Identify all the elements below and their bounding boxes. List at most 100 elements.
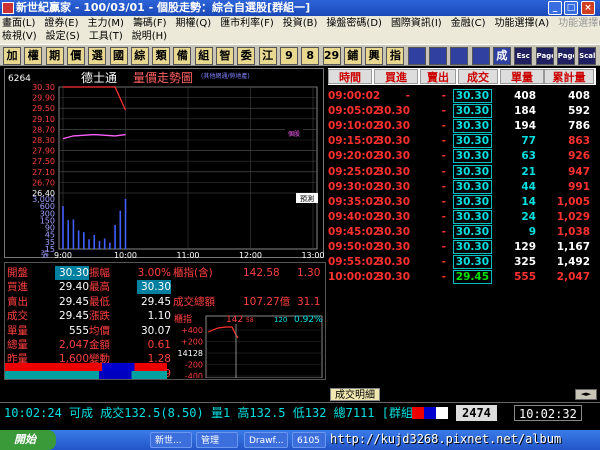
- scroll-arrows[interactable]: ◄►: [575, 389, 597, 400]
- toolbar-button-13[interactable]: 9: [279, 47, 298, 65]
- tick-table-header: 時間 買進 賣出 成交 單量 累計量: [328, 68, 596, 85]
- average-line: [62, 133, 126, 140]
- tick-row[interactable]: 09:10:02 30.30-30.30 194 786: [328, 119, 596, 134]
- menu-item-row1-0[interactable]: 畫面(L): [2, 18, 35, 29]
- toolbar-button-17[interactable]: 興: [365, 47, 384, 65]
- toolbar-button-25[interactable]: Page: [535, 47, 554, 65]
- stock-code-box[interactable]: 2474: [456, 405, 497, 421]
- price-tick-label: 27.50: [32, 157, 55, 166]
- toolbar-button-3[interactable]: 價: [66, 47, 85, 65]
- menu-item-row1-10[interactable]: 功能選擇(A): [495, 18, 550, 29]
- toolbar-button-14[interactable]: 8: [301, 47, 320, 65]
- tick-col-3[interactable]: 成交: [458, 69, 498, 84]
- tick-col-1[interactable]: 買進: [374, 69, 418, 84]
- menu-item-row2-2[interactable]: 工具(T): [89, 31, 123, 42]
- menu-item-row1-2[interactable]: 主力(M): [88, 18, 124, 29]
- tick-total: 592: [568, 105, 590, 118]
- tick-vol: 184: [514, 105, 536, 118]
- toolbar-button-22[interactable]: [471, 47, 490, 65]
- task-button-2[interactable]: 管理: [196, 432, 238, 448]
- menu-item-row1-3[interactable]: 籌碼(F): [133, 18, 167, 29]
- tick-price: 30.30: [452, 119, 492, 134]
- close-button[interactable]: ×: [581, 1, 595, 15]
- toolbar-button-24[interactable]: Esc: [514, 47, 533, 65]
- tick-col-5[interactable]: 累計量: [544, 69, 594, 84]
- menu-item-row1-9[interactable]: 金融(C): [451, 18, 486, 29]
- toolbar-button-0[interactable]: 加: [3, 47, 21, 65]
- tick-row[interactable]: 09:40:02 30.30-30.30 24 1,029: [328, 209, 596, 225]
- menu-item-row1-5[interactable]: 匯市利率(F): [220, 18, 274, 29]
- toolbar-button-9[interactable]: 組: [194, 47, 213, 65]
- tick-row[interactable]: 09:55:02 30.30-30.30 325 1,492: [328, 255, 596, 270]
- menu-item-row2-1[interactable]: 設定(S): [46, 31, 80, 42]
- menu-item-row1-1[interactable]: 證券(E): [44, 18, 78, 29]
- tick-ask: -: [441, 241, 446, 253]
- price-tick-label: 26.70: [32, 178, 55, 187]
- quote-cell: 3.00%: [137, 267, 171, 279]
- toolbar-button-2[interactable]: 期: [45, 47, 64, 65]
- tick-col-2[interactable]: 賣出: [420, 69, 456, 84]
- quote-cell: 金額: [89, 339, 110, 351]
- menu-item-row1-8[interactable]: 國際資訊(I): [391, 18, 442, 29]
- toolbar-button-5[interactable]: 國: [109, 47, 128, 65]
- tick-row[interactable]: 10:00:02 30.30 -29.45 555 2,047: [328, 270, 596, 285]
- toolbar-button-12[interactable]: 江: [258, 47, 277, 65]
- tick-row[interactable]: 09:20:02 30.30-30.30 63 926: [328, 149, 596, 164]
- tick-row[interactable]: 09:30:02 30.30-30.30 44 991: [328, 179, 596, 195]
- toolbar-button-8[interactable]: 備: [173, 47, 192, 65]
- tick-bid: 30.30: [376, 165, 410, 178]
- tick-row[interactable]: 09:15:02 30.30-30.30 77 863: [328, 134, 596, 149]
- menu-item-row1-6[interactable]: 投資(B): [283, 18, 318, 29]
- toolbar-button-18[interactable]: 指: [386, 47, 405, 65]
- menu-item-row2-3[interactable]: 說明(H): [132, 31, 167, 42]
- toolbar-button-7[interactable]: 類: [152, 47, 171, 65]
- start-button[interactable]: 開始: [0, 430, 56, 450]
- toolbar-button-21[interactable]: [450, 47, 469, 65]
- tick-row[interactable]: 09:50:02 30.30-30.30 129 1,167: [328, 240, 596, 255]
- toolbar-button-15[interactable]: 29: [322, 47, 341, 65]
- toolbar-button-26[interactable]: Page: [556, 47, 575, 65]
- tick-bid: -: [405, 90, 410, 102]
- toolbar-button-20[interactable]: [429, 47, 447, 65]
- quote-cell: 1.10: [147, 310, 171, 323]
- task-button-4[interactable]: 6105: [292, 432, 326, 448]
- chart-header-1: 德士通: [81, 70, 117, 85]
- tick-col-0[interactable]: 時間: [328, 69, 372, 84]
- tick-bid: 30.30: [376, 210, 410, 223]
- tick-time: 09:20:02: [328, 150, 381, 163]
- quote-cell: 107.27億: [243, 295, 291, 308]
- toolbar-button-1[interactable]: 權: [24, 47, 43, 65]
- tick-ask: -: [441, 225, 446, 238]
- tick-ask: -: [441, 271, 446, 284]
- maximize-button[interactable]: □: [564, 1, 578, 15]
- tick-row[interactable]: 09:25:02 30.30-30.30 21 947: [328, 164, 596, 180]
- task-button-3[interactable]: Drawf...: [244, 432, 288, 448]
- tick-bid: 30.30: [376, 150, 410, 163]
- tick-col-4[interactable]: 單量: [500, 69, 544, 84]
- quote-cell: 30.30: [137, 280, 171, 295]
- menu-item-row1-7[interactable]: 操盤密碼(D): [326, 18, 382, 29]
- task-button-1[interactable]: 新世...: [150, 432, 192, 448]
- price-line: [63, 86, 127, 111]
- menu-item-row1-11[interactable]: 功能選擇(A): [558, 18, 600, 29]
- tick-row[interactable]: 09:05:02 30.30-30.30 184 592: [328, 104, 596, 119]
- toolbar-button-27[interactable]: Scale: [578, 47, 597, 65]
- toolbar-button-4[interactable]: 選: [88, 47, 107, 65]
- toolbar-button-6[interactable]: 綜: [130, 47, 149, 65]
- status-ticker: 10:02:24 可成 成交132.5(8.50) 量1 高132.5 低132…: [4, 406, 433, 420]
- tick-row[interactable]: 09:45:02 30.30-30.30 9 1,038: [328, 224, 596, 240]
- toolbar-button-11[interactable]: 委: [237, 47, 256, 65]
- toolbar-button-23[interactable]: 成: [492, 47, 511, 65]
- tick-row[interactable]: 09:35:02 30.30-30.30 14 1,005: [328, 194, 596, 210]
- tick-price: 29.45: [452, 270, 492, 285]
- minimize-button[interactable]: _: [548, 1, 562, 15]
- tab-trade-detail[interactable]: 成交明細: [330, 388, 380, 401]
- tick-row[interactable]: 09:00:02- -30.30 408 408: [328, 89, 596, 104]
- quote-row: 買進 29.40 最高 30.30: [5, 280, 325, 295]
- toolbar-button-19[interactable]: [407, 47, 426, 65]
- toolbar-button-16[interactable]: 鋪: [343, 47, 362, 65]
- index-mini-chart-svg: 櫃指 142 58 120 0.92% +400 +200 14128 -200 -400: [174, 313, 323, 381]
- menu-item-row2-0[interactable]: 檢視(V): [2, 31, 37, 42]
- menu-item-row1-4[interactable]: 期權(Q): [176, 18, 212, 29]
- toolbar-button-10[interactable]: 智: [216, 47, 234, 65]
